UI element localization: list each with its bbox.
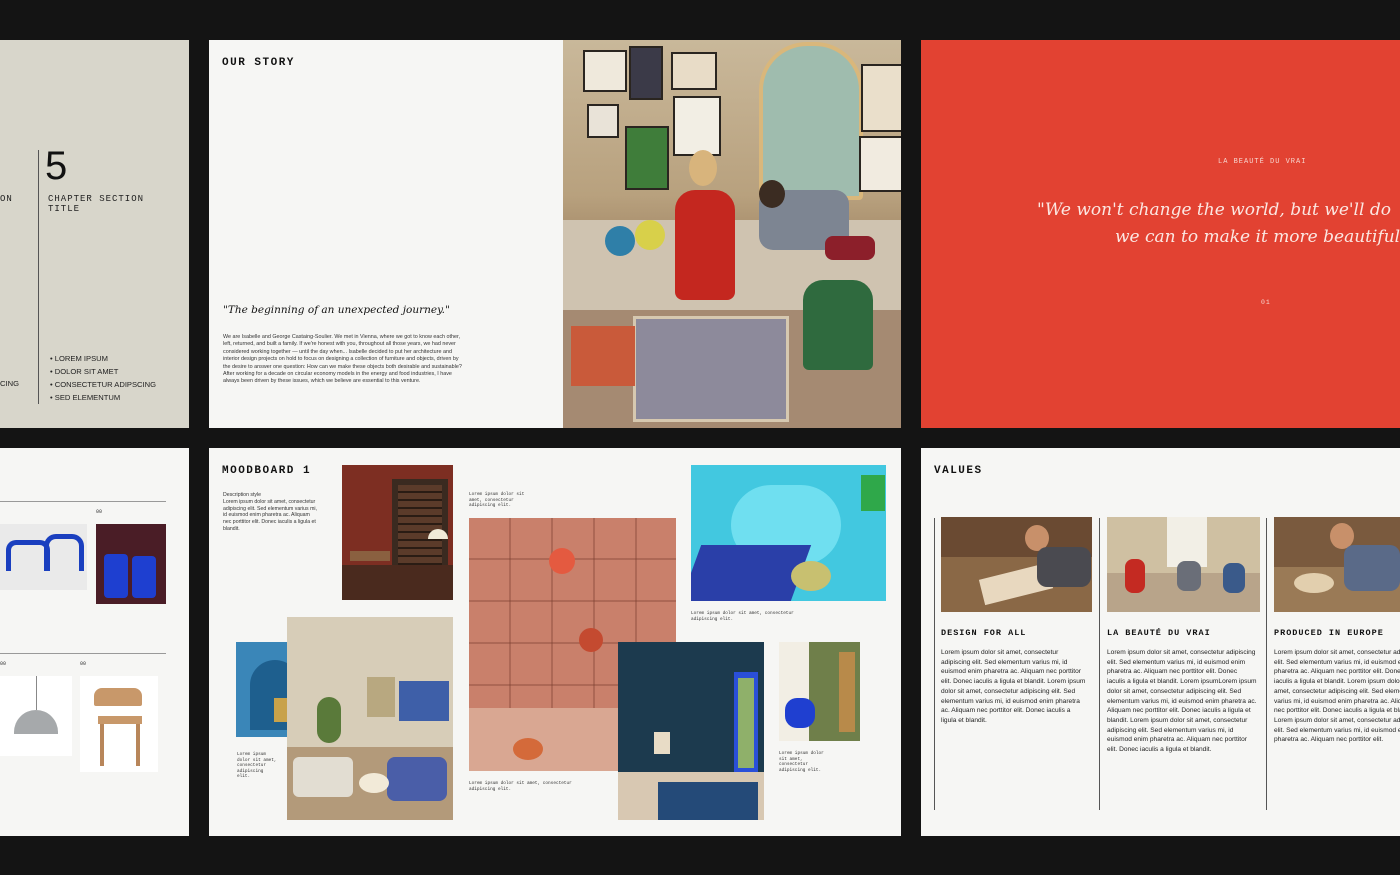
values-divider bbox=[1099, 518, 1100, 810]
chapter-item: SED ELEMENTUM bbox=[50, 391, 156, 404]
values-text: Lorem ipsum dolor sit amet, consectetur … bbox=[1274, 649, 1400, 744]
chapter-item: LOREM IPSUM bbox=[50, 352, 156, 365]
living-room-photo bbox=[563, 40, 901, 428]
values-text: Lorem ipsum dolor sit amet, consectetur … bbox=[941, 649, 1086, 724]
chapter-partial-label: ON bbox=[0, 194, 13, 204]
chapter-items: LOREM IPSUM DOLOR SIT AMET CONSECTETUR A… bbox=[50, 352, 156, 404]
products-label: 00 bbox=[96, 509, 103, 515]
moodboard-description: Description style Lorem ipsum dolor sit … bbox=[223, 492, 317, 532]
moodboard-caption: Lorem ipsum dolor sit amet, consectetur … bbox=[237, 752, 277, 780]
values-divider bbox=[1266, 518, 1267, 810]
moodboard-caption: Lorem ipsum dolor sit amet, consectetur … bbox=[691, 611, 794, 622]
story-slide: OUR STORY "The beginning of an unexpecte… bbox=[209, 40, 901, 428]
products-slide: 00 00 00 bbox=[0, 448, 189, 836]
moodboard-caption: Lorem ipsum dolor sit amet, consectetur … bbox=[779, 751, 824, 773]
pendant-lamp-photo bbox=[0, 676, 72, 756]
quote-line-1: "We won't change the world, but we'll do bbox=[1037, 200, 1391, 220]
blue-vase-photo bbox=[96, 524, 166, 604]
quote-page-number: 01 bbox=[1261, 299, 1271, 306]
story-quote: "The beginning of an unexpected journey.… bbox=[223, 304, 450, 316]
chapter-number: 5 bbox=[45, 144, 68, 188]
chapter-item: DOLOR SIT AMET bbox=[50, 365, 156, 378]
blue-chair-green-room-photo bbox=[779, 642, 860, 741]
moodboard-slide: MOODBOARD 1 Description style Lorem ipsu… bbox=[209, 448, 901, 836]
values-slide: VALUES DESIGN FOR ALL Lorem ipsum dolor … bbox=[921, 448, 1400, 836]
values-text: Lorem ipsum dolor sit amet, consectetur … bbox=[1107, 649, 1257, 754]
navy-bedroom-photo bbox=[618, 642, 764, 820]
moodboard-caption: Lorem ipsum dolor sit amet, consectetur … bbox=[469, 492, 525, 509]
dining-room-photo bbox=[342, 465, 453, 600]
values-heading: DESIGN FOR ALL bbox=[941, 628, 1027, 638]
products-divider-top bbox=[0, 501, 166, 502]
quote-line-2: we can to make it more beautiful bbox=[1115, 227, 1400, 247]
chapter-divider bbox=[38, 150, 39, 404]
values-divider bbox=[934, 518, 935, 810]
chapter-partial-item: CING bbox=[0, 379, 19, 388]
values-heading: PRODUCED IN EUROPE bbox=[1274, 628, 1384, 638]
quote-label: LA BEAUTÉ DU VRAI bbox=[1218, 158, 1307, 166]
story-body: We are Isabelle and George Castaing-Soul… bbox=[223, 334, 462, 385]
blue-chairs-photo bbox=[0, 524, 87, 590]
craftsman-photo bbox=[1274, 517, 1400, 612]
chapter-item: CONSECTETUR ADIPSCING bbox=[50, 378, 156, 391]
chapter-slide: ON 5 CHAPTER SECTION TITLE CING LOREM IP… bbox=[0, 40, 189, 428]
teal-sofa-photo bbox=[691, 465, 886, 601]
workshop-photo bbox=[941, 517, 1092, 612]
products-divider-mid bbox=[0, 653, 166, 654]
living-room-moodboard-photo bbox=[287, 617, 453, 820]
family-living-room-photo bbox=[1107, 517, 1260, 612]
wooden-chair-photo bbox=[80, 676, 158, 772]
products-label: 00 bbox=[0, 661, 7, 667]
values-title: VALUES bbox=[934, 465, 983, 477]
products-label: 00 bbox=[80, 661, 87, 667]
values-heading: LA BEAUTÉ DU VRAI bbox=[1107, 628, 1211, 638]
story-heading: OUR STORY bbox=[222, 57, 295, 69]
quote-slide: LA BEAUTÉ DU VRAI "We won't change the w… bbox=[921, 40, 1400, 428]
chapter-title: CHAPTER SECTION TITLE bbox=[48, 194, 145, 214]
moodboard-title: MOODBOARD 1 bbox=[222, 465, 312, 477]
moodboard-caption: Lorem ipsum dolor sit amet, consectetur … bbox=[469, 781, 572, 792]
